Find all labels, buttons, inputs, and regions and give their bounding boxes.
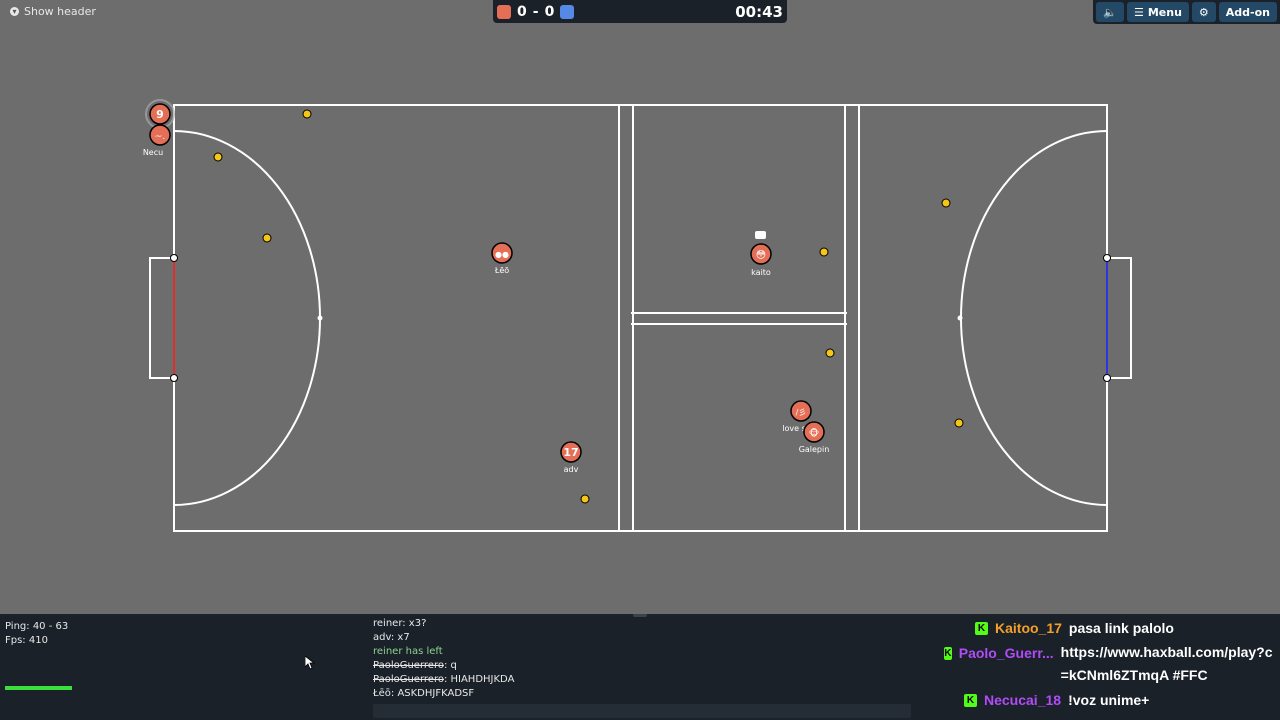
stream-chat-overlay: K Kaitoo_17 pasa link palolo K Paolo_Gue…: [930, 614, 1280, 720]
stream-chat-message: K Kaitoo_17 pasa link palolo: [975, 620, 1174, 636]
chat-bubble-icon: [755, 231, 766, 239]
match-timer: 00:43: [735, 3, 783, 21]
player-9: 9: [145, 99, 175, 129]
ping-graph: [5, 686, 72, 690]
show-header-label: Show header: [24, 5, 96, 18]
ball: [819, 247, 829, 257]
ball: [825, 348, 835, 358]
chat-line: PaoloGuerrero: HIAHDHJKDA: [373, 673, 514, 687]
player-avatar: 9: [156, 108, 164, 121]
chat-line: Łēō: ASKDHJFKADSF: [373, 688, 475, 699]
kick-badge-icon: K: [964, 694, 977, 707]
right-post-bottom: [1103, 374, 1111, 382]
chat-line: PaoloGuerrero: q: [373, 659, 514, 673]
addon-label: Add-on: [1225, 5, 1270, 19]
futsal-field: 9 ~. Necu ●● Łēō 😳 kaito 17 adv /彡 love …: [143, 99, 1132, 532]
left-penalty-dot: [317, 315, 323, 321]
chat-log: reiner: x3? adv: x7 reiner has left Paol…: [373, 617, 514, 701]
player-kaito: 😳 kaito: [750, 231, 772, 277]
left-penalty-arc: [173, 130, 321, 506]
stream-chat-text: pasa link palolo: [1068, 620, 1174, 636]
right-penalty-dot: [957, 315, 963, 321]
ping-text: Ping: 40 - 63: [5, 621, 69, 632]
left-post-top: [170, 254, 178, 262]
speaker-icon: 🔈: [1103, 5, 1117, 19]
menu-label: Menu: [1147, 5, 1182, 19]
sound-button[interactable]: 🔈: [1096, 2, 1124, 22]
red-team-icon: [497, 4, 511, 19]
ball: [262, 233, 272, 243]
player-avatar: ●●: [495, 250, 509, 259]
show-header-button[interactable]: ▾ Show header: [10, 5, 96, 18]
ball: [941, 198, 951, 208]
player-avatar: 😳: [756, 250, 766, 261]
score-separator: -: [532, 3, 539, 20]
player-name: Necu: [143, 148, 163, 157]
kick-badge-icon: K: [944, 647, 952, 660]
player-necu: ~. Necu: [143, 124, 171, 157]
player-leo: ●● Łēō: [491, 242, 513, 275]
stream-chat-user: Necucai_18: [984, 692, 1062, 708]
game-canvas[interactable]: 9 ~. Necu ●● Łēō 😳 kaito 17 adv /彡 love …: [0, 0, 1280, 614]
field-boundary: [173, 104, 1108, 532]
addon-button[interactable]: Add-on: [1218, 2, 1277, 22]
mouse-cursor-icon: [305, 656, 315, 670]
right-goal-net: [1107, 257, 1132, 379]
player-avatar: 🐵: [809, 428, 819, 439]
stream-chat-text: !voz unime+: [1068, 692, 1150, 708]
player-name: kaito: [751, 268, 771, 277]
player-name: Galepin: [799, 445, 830, 454]
stream-chat-user: Kaitoo_17: [995, 620, 1062, 636]
blue-team-icon: [560, 4, 575, 19]
right-post-top: [1103, 254, 1111, 262]
chat-author: PaoloGuerrero: [373, 660, 444, 671]
top-toolbar: 🔈 ☰ Menu ⚙ Add-on: [1093, 0, 1280, 24]
chat-line: reiner: x3?: [373, 618, 427, 629]
ball: [213, 152, 223, 162]
player-avatar: ~.: [155, 132, 165, 142]
gear-icon: ⚙: [1198, 5, 1209, 19]
settings-button[interactable]: ⚙: [1191, 2, 1216, 22]
ball: [580, 494, 590, 504]
player-name: adv: [564, 465, 579, 474]
right-penalty-arc: [960, 130, 1108, 506]
fps-text: Fps: 410: [5, 635, 48, 646]
player-avatar: 17: [563, 446, 578, 459]
kick-badge-icon: K: [975, 622, 988, 635]
stream-chat-text: https://www.haxball.com/play?c=kCNml6ZTm…: [1060, 644, 1273, 683]
chat-text: : q: [443, 660, 457, 671]
stream-chat-user: Paolo_Guerr...: [958, 645, 1054, 661]
ball: [954, 418, 964, 428]
net-stats: Ping: 40 - 63 Fps: 410: [5, 620, 68, 648]
left-goal-net: [149, 257, 174, 379]
player-name: Łēō: [494, 266, 509, 275]
menu-button[interactable]: ☰ Menu: [1126, 2, 1189, 22]
resize-handle[interactable]: [633, 614, 647, 617]
chat-author: PaoloGuerrero: [373, 674, 444, 685]
balls: [213, 109, 964, 504]
chat-input[interactable]: [373, 704, 911, 718]
chat-line: adv: x7: [373, 632, 410, 643]
chevron-down-icon: ▾: [10, 7, 19, 16]
stream-chat-message: K Paolo_Guerr... https://www.haxball.com…: [944, 644, 1274, 687]
stream-chat-message: K Necucai_18 !voz unime+: [964, 692, 1149, 708]
ball: [302, 109, 312, 119]
menu-icon: ☰: [1133, 5, 1144, 19]
player-adv: 17 adv: [560, 441, 582, 474]
scoreboard: 0 - 0 00:43: [493, 0, 787, 23]
chat-line: reiner has left: [373, 646, 443, 657]
player-name: love s: [782, 424, 805, 433]
blue-score: 0: [544, 3, 555, 20]
chat-text: : HIAHDHJKDA: [443, 674, 515, 685]
player-avatar: /彡: [796, 408, 807, 417]
red-score: 0: [517, 3, 527, 20]
left-post-bottom: [170, 374, 178, 382]
